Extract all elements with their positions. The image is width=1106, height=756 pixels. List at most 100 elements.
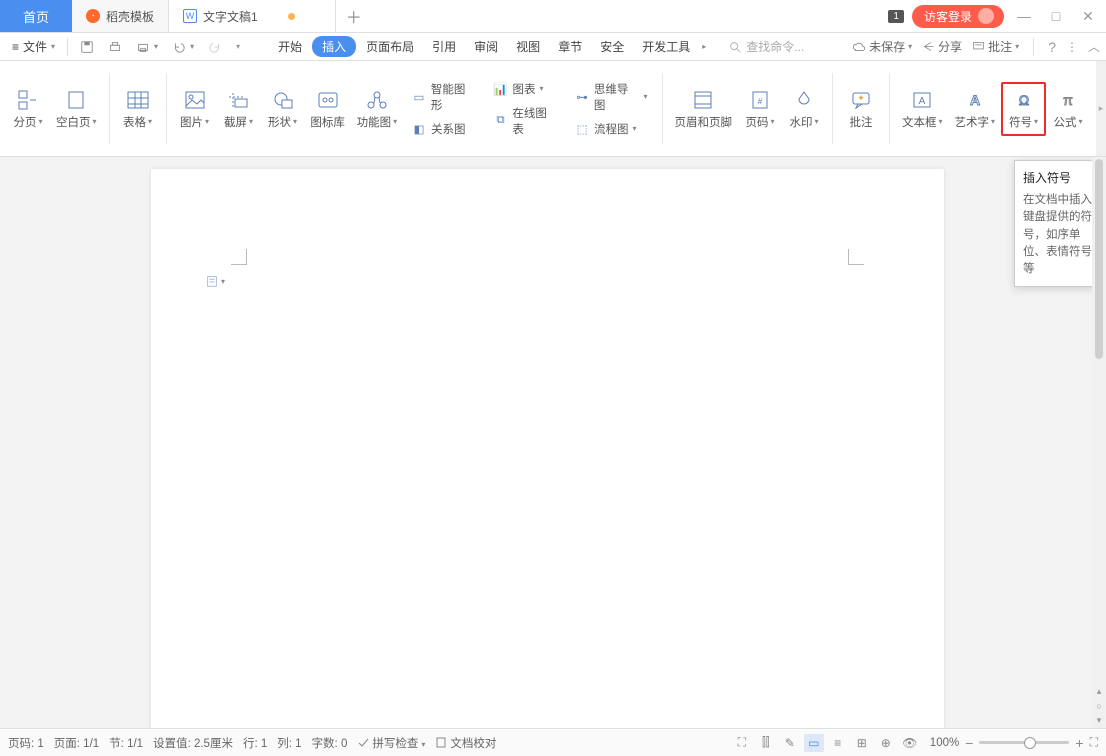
view-eye-button[interactable]: 👁 bbox=[900, 734, 920, 752]
zoom-controls: 100% − + ⛶ bbox=[930, 735, 1098, 751]
page-break-button[interactable]: 分页▾ bbox=[6, 84, 50, 134]
status-bar: 页码: 1 页面: 1/1 节: 1/1 设置值: 2.5厘米 行: 1 列: … bbox=[0, 728, 1106, 756]
qat-more-button[interactable]: ▾ bbox=[230, 39, 246, 54]
zoom-in-button[interactable]: + bbox=[1075, 735, 1083, 751]
image-button[interactable]: 图片▾ bbox=[173, 84, 217, 134]
wordart-button[interactable]: A艺术字▾ bbox=[949, 84, 1002, 134]
view-outline-button[interactable]: ≡ bbox=[828, 734, 848, 752]
chevron-down-icon: ▾ bbox=[51, 42, 55, 51]
flowchart-button[interactable]: ⬚流程图▾ bbox=[572, 119, 649, 139]
status-spellcheck[interactable]: 拼写检查▾ bbox=[357, 735, 425, 751]
cloud-unsaved-button[interactable]: 未保存▾ bbox=[852, 38, 912, 55]
guest-login-button[interactable]: 访客登录 bbox=[912, 5, 1004, 28]
help-button[interactable]: ? bbox=[1048, 39, 1056, 55]
menu-tab-start[interactable]: 开始 bbox=[270, 35, 310, 58]
status-section[interactable]: 节: 1/1 bbox=[109, 735, 143, 751]
tabs-more-icon[interactable]: ▸ bbox=[702, 42, 706, 51]
tab-document[interactable]: W 文字文稿1 bbox=[169, 0, 336, 32]
qat-print-button[interactable]: ▾ bbox=[130, 37, 164, 57]
qat-print-preview-button[interactable] bbox=[102, 37, 128, 57]
shape-button[interactable]: 形状▾ bbox=[261, 84, 305, 134]
qat-redo-button[interactable] bbox=[202, 37, 228, 57]
smartart-button[interactable]: ▭智能图形 bbox=[409, 79, 479, 115]
chart-button[interactable]: 📊图表▾ bbox=[491, 79, 561, 99]
tooltip-title: 插入符号 bbox=[1023, 169, 1097, 186]
cloud-icon bbox=[852, 40, 866, 54]
symbol-button[interactable]: Ω符号▾ bbox=[1001, 82, 1046, 136]
nav-prev-icon[interactable]: ▴ bbox=[1097, 686, 1102, 697]
status-page-number[interactable]: 页码: 1 bbox=[8, 735, 44, 751]
table-button[interactable]: 表格▾ bbox=[116, 84, 160, 134]
notification-badge[interactable]: 1 bbox=[888, 10, 904, 23]
relation-chart-button[interactable]: ◧关系图 bbox=[409, 119, 479, 139]
menu-tab-devtools[interactable]: 开发工具 bbox=[634, 35, 698, 58]
menu-tab-sections[interactable]: 章节 bbox=[550, 35, 590, 58]
tab-new-button[interactable]: ＋ bbox=[336, 0, 372, 32]
view-globe-button[interactable]: ⊕ bbox=[876, 734, 896, 752]
paste-options-button[interactable]: ▾ bbox=[205, 274, 225, 288]
zoom-fit-button[interactable]: ⛶ bbox=[1090, 735, 1098, 750]
nav-next-icon[interactable]: ▾ bbox=[1097, 715, 1102, 726]
zoom-out-button[interactable]: − bbox=[965, 735, 973, 751]
collapse-ribbon-button[interactable]: ︿ bbox=[1088, 38, 1100, 55]
mindmap-button[interactable]: ⊶思维导图▾ bbox=[572, 79, 649, 115]
comment-button[interactable]: ✦批注 bbox=[839, 84, 883, 134]
status-col[interactable]: 列: 1 bbox=[277, 735, 301, 751]
watermark-button[interactable]: 水印▾ bbox=[782, 84, 826, 134]
file-menu-button[interactable]: ≡ 文件 ▾ bbox=[6, 35, 61, 58]
screenshot-button[interactable]: 截屏▾ bbox=[217, 84, 261, 134]
vertical-scrollbar[interactable]: ▴ ○ ▾ bbox=[1092, 157, 1106, 728]
annotate-icon bbox=[972, 40, 985, 53]
status-set-value[interactable]: 设置值: 2.5厘米 bbox=[153, 735, 233, 751]
bar-chart-icon: 📊 bbox=[493, 81, 509, 97]
svg-text:Ω: Ω bbox=[1018, 92, 1028, 108]
close-button[interactable]: ✕ bbox=[1076, 8, 1100, 25]
status-row[interactable]: 行: 1 bbox=[243, 735, 267, 751]
svg-text:π: π bbox=[1063, 92, 1073, 108]
view-fullscreen-button[interactable]: ⛶ bbox=[732, 734, 752, 752]
status-docproof[interactable]: 文档校对 bbox=[435, 735, 496, 751]
minimize-button[interactable]: — bbox=[1012, 8, 1036, 24]
overflow-button[interactable]: ⋮ bbox=[1066, 40, 1078, 54]
view-reading-button[interactable]: ⫿⫿ bbox=[756, 734, 776, 752]
func-graph-button[interactable]: 功能图▾ bbox=[351, 84, 403, 134]
zoom-value[interactable]: 100% bbox=[930, 737, 959, 749]
command-search[interactable]: 查找命令... bbox=[720, 38, 812, 55]
qat-save-button[interactable] bbox=[74, 37, 100, 57]
login-label: 访客登录 bbox=[924, 8, 972, 25]
header-footer-button[interactable]: 页眉和页脚 bbox=[669, 84, 739, 134]
status-page-of[interactable]: 页面: 1/1 bbox=[54, 735, 99, 751]
zoom-slider[interactable] bbox=[979, 741, 1069, 744]
menu-tab-review[interactable]: 审阅 bbox=[466, 35, 506, 58]
qat-undo-button[interactable]: ▾ bbox=[166, 37, 200, 57]
document-page[interactable]: ▾ bbox=[151, 169, 944, 728]
menu-tab-references[interactable]: 引用 bbox=[424, 35, 464, 58]
share-button[interactable]: 分享 bbox=[922, 38, 962, 55]
maximize-button[interactable]: □ bbox=[1044, 8, 1068, 24]
svg-text:A: A bbox=[970, 92, 980, 108]
menu-tab-pagelayout[interactable]: 页面布局 bbox=[358, 35, 422, 58]
status-chars[interactable]: 字数: 0 bbox=[312, 735, 348, 751]
view-page-button[interactable]: ▭ bbox=[804, 734, 824, 752]
tab-templates[interactable]: ᐧ 稻壳模板 bbox=[72, 0, 169, 32]
view-edit-button[interactable]: ✎ bbox=[780, 734, 800, 752]
equation-button[interactable]: π公式▾ bbox=[1046, 84, 1090, 134]
view-web-button[interactable]: ⊞ bbox=[852, 734, 872, 752]
iconlib-button[interactable]: 图标库 bbox=[305, 84, 351, 134]
scrollbar-thumb[interactable] bbox=[1095, 159, 1103, 359]
tab-home-label: 首页 bbox=[23, 7, 49, 26]
menu-tab-security[interactable]: 安全 bbox=[592, 35, 632, 58]
nav-select-icon[interactable]: ○ bbox=[1096, 701, 1101, 711]
annotate-menu-button[interactable]: 批注▾ bbox=[972, 38, 1019, 55]
textbox-button[interactable]: A文本框▾ bbox=[896, 84, 949, 134]
rel-chart-icon: ◧ bbox=[411, 121, 427, 137]
docproof-icon bbox=[435, 736, 447, 748]
clipboard-icon bbox=[205, 274, 219, 288]
blank-page-button[interactable]: 空白页▾ bbox=[50, 84, 103, 134]
tab-home[interactable]: 首页 bbox=[0, 0, 72, 32]
menu-tab-view[interactable]: 视图 bbox=[508, 35, 548, 58]
online-chart-button[interactable]: ⧉在线图表 bbox=[491, 103, 561, 139]
ribbon-scroll-right[interactable]: ▸ bbox=[1096, 61, 1106, 156]
menu-tab-insert[interactable]: 插入 bbox=[312, 36, 356, 57]
page-number-button[interactable]: #页码▾ bbox=[738, 84, 782, 134]
